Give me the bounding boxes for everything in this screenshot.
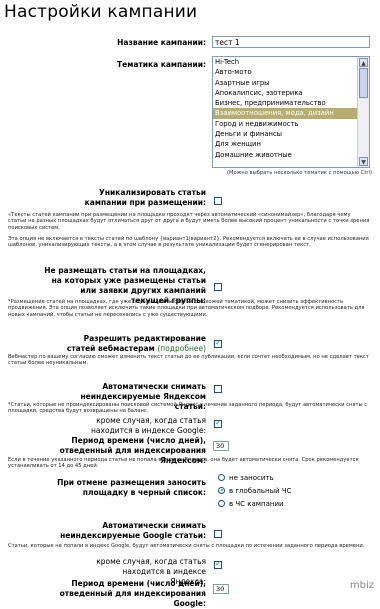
page-title: Настройки кампании [4,2,198,22]
details-link[interactable]: (подробнее) [157,344,206,353]
radio-icon[interactable] [218,499,225,507]
unique-note-1: «Тексты статей кампании при размещении н… [8,212,370,231]
themes-hint: (Можно выбрать несколько тематик с помощ… [226,170,372,176]
radio-label: не заносить [229,474,274,482]
google-period-input[interactable]: 30 [213,584,229,594]
theme-option[interactable]: Город и недвижимость [213,119,358,129]
scroll-down-icon[interactable]: ▼ [359,157,368,166]
radio-icon[interactable] [218,486,225,494]
unique-checkbox[interactable] [214,197,222,205]
scroll-thumb[interactable] [359,68,368,98]
blacklist-option-global[interactable]: в глобальный ЧС [218,486,292,496]
campaign-name-input[interactable]: тест 1 [212,36,370,48]
allow-edit-checkbox[interactable] [214,338,222,348]
radio-label: в ЧС кампании [229,500,284,508]
google-yandex-case-checkbox[interactable] [214,559,222,569]
theme-option[interactable]: Авто-мото [213,67,358,77]
theme-option[interactable]: Деньги и финансы [213,129,358,139]
theme-option[interactable]: Взаимоотношения, мода, дизайн [213,108,358,119]
themes-scrollbar[interactable]: ▲ ▼ [357,57,369,167]
theme-option[interactable]: Домашние животные [213,150,358,160]
yandex-google-case-checkbox[interactable] [214,418,222,428]
yandex-period-note: Если в течение указанного периода статья… [8,457,359,470]
yandex-remove-note: *Статьи, которые не проиндексированы пои… [8,402,368,415]
yandex-google-case-label: кроме случая, когда статья находится в и… [91,416,206,435]
allow-edit-note: Вебмастер по вашему согласию сможет изме… [8,354,369,367]
watermark: mbiz [349,580,374,591]
no-same-note: *Размещение статей на площадках, где уже… [8,299,365,318]
theme-option[interactable]: Азартные игры [213,78,358,88]
theme-option[interactable]: Бизнес, предпринимательство [213,98,358,108]
radio-icon[interactable] [218,473,225,481]
google-remove-note: Статьи, которые не попали в индекс Googl… [8,543,365,549]
theme-option[interactable]: Hi-Tech [213,57,358,67]
theme-option[interactable]: Для женщин [213,139,358,149]
themes-label: Тематика кампании: [117,60,206,69]
blacklist-option-none[interactable]: не заносить [218,473,274,483]
yandex-period-input[interactable]: 30 [213,441,229,451]
allow-edit-label: Разрешить редактирование статей вебмасте… [60,334,206,354]
themes-listbox[interactable]: Hi-Tech Авто-мото Азартные игры Апокалипсис… [212,56,370,168]
unique-label: Уникализировать статьи кампании при разм… [84,188,206,207]
no-same-checkbox[interactable] [214,283,222,291]
campaign-name-label: Название кампании: [117,38,206,47]
google-remove-label: Автоматически снимать неиндексируемые Go… [60,521,206,540]
blacklist-option-campaign[interactable]: в ЧС кампании [218,499,284,509]
yandex-remove-checkbox[interactable] [214,385,222,393]
scroll-up-icon[interactable]: ▲ [359,58,368,67]
theme-option[interactable]: Апокалипсис, эзотерика [213,88,358,98]
google-period-label: Период времени (число дней), отведенный … [59,579,206,608]
blacklist-label: При отмене размещения заносить площадку … [57,478,206,497]
radio-label: в глобальный ЧС [229,487,292,495]
unique-note-2: Эта опция не включается в тексты статей … [8,236,369,249]
google-remove-checkbox[interactable] [214,530,222,538]
